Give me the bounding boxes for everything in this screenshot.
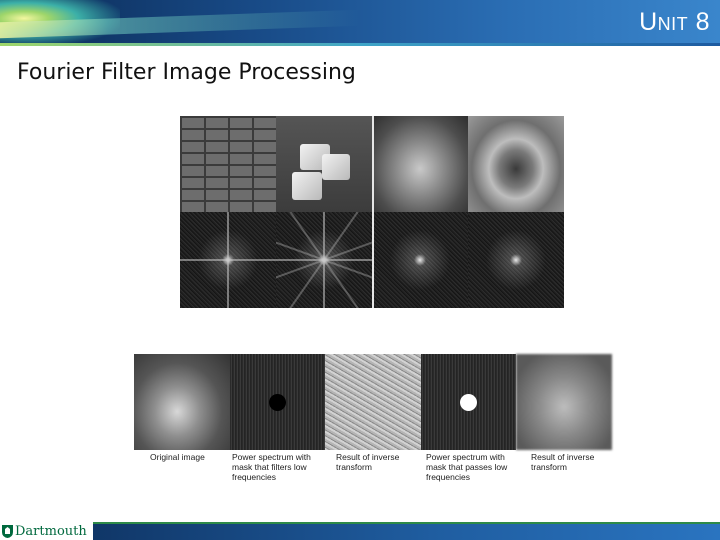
lena-image — [372, 116, 468, 212]
cubes-spectrum-image — [276, 212, 372, 308]
original-image — [134, 354, 230, 450]
slide-title: Fourier Filter Image Processing — [17, 60, 356, 85]
banner-rule — [0, 43, 720, 46]
baboon-image — [468, 116, 564, 212]
cube-shape — [292, 172, 322, 200]
brick-spectrum-image — [180, 212, 276, 308]
power-spectrum-pass-mask — [420, 354, 517, 450]
dartmouth-logo: Dartmouth — [0, 522, 93, 540]
brick-wall-image — [180, 116, 276, 212]
unit-title: Unit 8 — [639, 8, 710, 36]
caption-original: Original image — [150, 452, 205, 462]
footer-rule — [0, 522, 720, 524]
caption-mask-low: Power spectrum with mask that filters lo… — [232, 452, 311, 482]
header-banner: Unit 8 — [0, 0, 720, 46]
baboon-spectrum-image — [468, 212, 564, 308]
caption-result2: Result of inverse transform — [531, 452, 595, 472]
shield-icon — [2, 524, 13, 538]
cubes-image — [276, 116, 372, 212]
footer-bar: Dartmouth — [0, 522, 720, 540]
cube-shape — [322, 154, 350, 180]
power-spectrum-low-mask — [229, 354, 326, 450]
lena-spectrum-image — [372, 212, 468, 308]
mask-dot — [459, 394, 477, 411]
grid-divider — [372, 116, 374, 308]
inverse-result-lowpass — [516, 354, 612, 450]
caption-mask-pass: Power spectrum with mask that passes low… — [426, 452, 508, 482]
inverse-result-highpass — [325, 354, 421, 450]
logo-wordmark: Dartmouth — [15, 523, 87, 539]
spectrum-axis — [227, 212, 229, 308]
mask-dot — [268, 394, 286, 411]
caption-result1: Result of inverse transform — [336, 452, 400, 472]
filter-demo-strip — [134, 354, 612, 450]
